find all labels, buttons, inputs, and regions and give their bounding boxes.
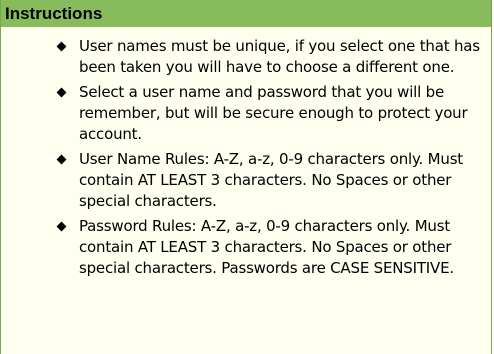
list-item-text: User names must be unique, if you select… <box>79 37 480 76</box>
diamond-bullet-icon <box>56 41 67 52</box>
instructions-list: User names must be unique, if you select… <box>1 36 491 283</box>
list-item: User names must be unique, if you select… <box>1 36 491 78</box>
list-item-text: User Name Rules: A-Z, a-z, 0-9 character… <box>79 150 463 210</box>
instructions-panel: Instructions User names must be unique, … <box>0 0 492 354</box>
list-item: User Name Rules: A-Z, a-z, 0-9 character… <box>1 149 491 212</box>
diamond-bullet-icon <box>56 87 67 98</box>
panel-title: Instructions <box>1 0 491 27</box>
list-item-text: Password Rules: A-Z, a-z, 0-9 characters… <box>79 217 454 277</box>
diamond-bullet-icon <box>56 154 67 165</box>
diamond-bullet-icon <box>56 221 67 232</box>
list-item-text: Select a user name and password that you… <box>79 83 468 143</box>
list-item: Select a user name and password that you… <box>1 82 491 145</box>
list-item: Password Rules: A-Z, a-z, 0-9 characters… <box>1 216 491 279</box>
